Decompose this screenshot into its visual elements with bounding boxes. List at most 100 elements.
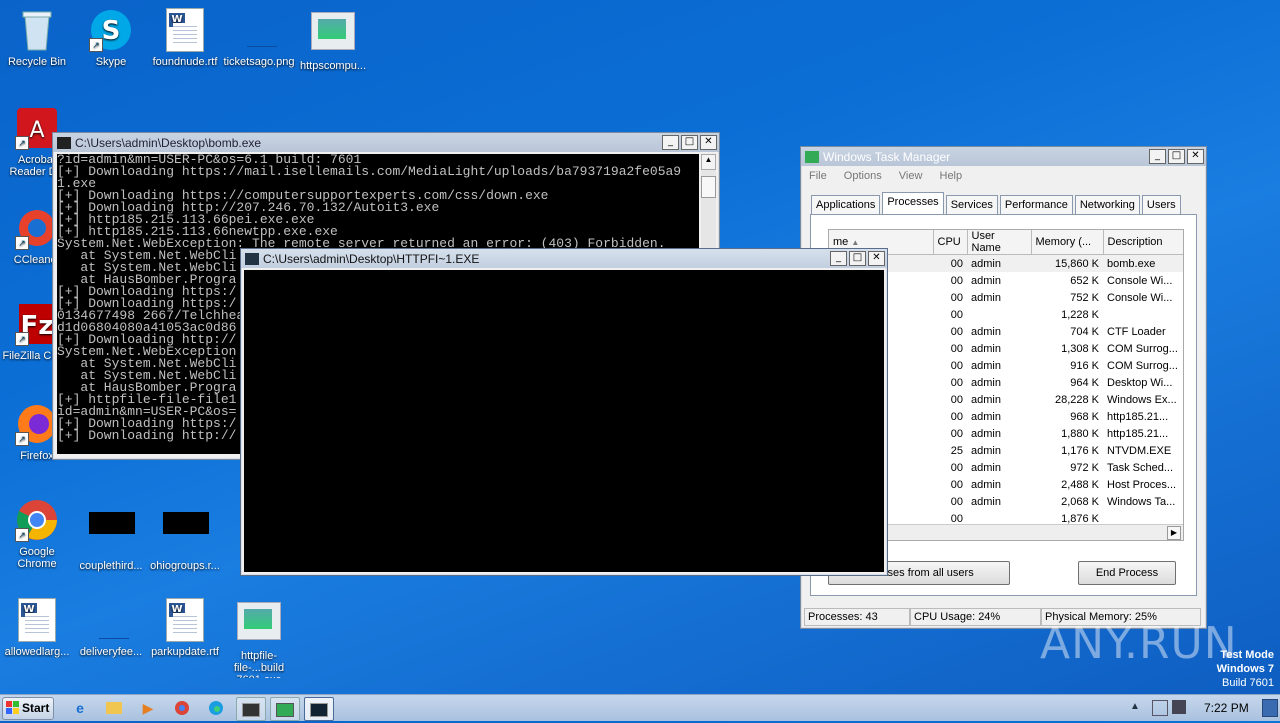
process-cpu: 00 — [950, 495, 963, 508]
process-cpu: 25 — [950, 444, 963, 457]
maximize-button[interactable]: □ — [681, 135, 698, 150]
tab-processes[interactable]: Processes — [882, 192, 944, 214]
httpfi-window-title: C:\Users\admin\Desktop\HTTPFI~1.EXE — [263, 251, 480, 266]
desktop-icon-foundnude[interactable]: W foundnude.rtf — [148, 8, 222, 68]
tab-applications[interactable]: Applications — [811, 195, 881, 214]
desktop-icon-allowedlarg[interactable]: W allowedlarg... — [0, 598, 74, 658]
process-user-name: admin — [971, 410, 1001, 423]
taskbar-console-window[interactable] — [236, 697, 266, 721]
tab-users[interactable]: Users — [1141, 195, 1181, 214]
tab-networking[interactable]: Networking — [1074, 195, 1140, 214]
maximize-button[interactable]: □ — [1168, 149, 1185, 164]
black-thumb-icon — [89, 512, 135, 556]
process-description: http185.21... — [1107, 427, 1169, 440]
process-user-name: admin — [971, 478, 1001, 491]
console-app-icon — [57, 136, 71, 149]
svg-text:S: S — [102, 16, 121, 46]
bomb-window-title: C:\Users\admin\Desktop\bomb.exe — [75, 135, 262, 150]
task-manager-titlebar[interactable]: Windows Task Manager _ □ ✕ — [801, 147, 1206, 166]
process-user-name: admin — [971, 444, 1001, 457]
media-player-icon[interactable]: ▶ — [134, 697, 162, 719]
tab-strip: Applications Processes Services Performa… — [811, 192, 1183, 214]
maximize-button[interactable]: □ — [849, 251, 866, 266]
close-button[interactable]: ✕ — [868, 251, 885, 266]
recycle-bin-icon — [15, 8, 59, 52]
sort-arrow-icon: ▲ — [851, 238, 860, 247]
desktop-icon-skype[interactable]: S ↗ Skype — [74, 8, 148, 68]
process-user-name: admin — [971, 359, 1001, 372]
end-process-button[interactable]: End Process — [1078, 561, 1176, 585]
minimize-button[interactable]: _ — [1149, 149, 1166, 164]
column-header-memory[interactable]: Memory (... — [1031, 230, 1104, 255]
edge-taskbar-icon[interactable] — [202, 697, 230, 719]
word-doc-icon: W — [163, 598, 207, 642]
process-user-name: admin — [971, 325, 1001, 338]
shortcut-arrow-icon: ↗ — [15, 332, 29, 346]
menu-file[interactable]: File — [809, 170, 827, 182]
blank-image-icon — [237, 8, 281, 52]
process-memory: 752 K — [1070, 291, 1099, 304]
menu-view[interactable]: View — [899, 170, 923, 182]
scroll-right-arrow-icon[interactable]: ▶ — [1167, 526, 1181, 540]
process-cpu: 00 — [950, 393, 963, 406]
process-description: Desktop Wi... — [1107, 376, 1173, 389]
process-cpu: 00 — [950, 359, 963, 372]
taskbar-clock[interactable]: 7:22 PM — [1204, 701, 1249, 715]
scrollbar-thumb[interactable] — [701, 176, 716, 198]
process-user-name: admin — [971, 427, 1001, 440]
process-cpu: 00 — [950, 376, 963, 389]
menu-options[interactable]: Options — [844, 170, 882, 182]
file-explorer-icon[interactable] — [100, 697, 128, 719]
desktop-icon-ohiogroups[interactable]: ohiogroups.r... — [148, 498, 222, 572]
httpfi-console-output[interactable] — [244, 270, 884, 572]
close-button[interactable]: ✕ — [700, 135, 717, 150]
column-header-description[interactable]: Description — [1103, 230, 1183, 255]
tray-chevron-icon[interactable]: ▲ — [1130, 701, 1140, 712]
tab-performance[interactable]: Performance — [999, 195, 1073, 214]
desktop-icon-ticketsago[interactable]: ticketsago.png — [222, 8, 296, 68]
chrome-taskbar-icon[interactable] — [168, 697, 196, 719]
internet-explorer-icon[interactable]: e — [66, 697, 94, 719]
process-cpu: 00 — [950, 478, 963, 491]
desktop-icon-recycle-bin[interactable]: Recycle Bin — [0, 8, 74, 68]
tab-services[interactable]: Services — [945, 195, 998, 214]
process-cpu: 00 — [950, 257, 963, 270]
scroll-up-arrow-icon[interactable]: ▲ — [701, 154, 716, 170]
menu-help[interactable]: Help — [940, 170, 963, 182]
task-manager-title: Windows Task Manager — [823, 149, 951, 164]
process-cpu: 00 — [950, 325, 963, 338]
minimize-button[interactable]: _ — [662, 135, 679, 150]
column-header-cpu[interactable]: CPU — [933, 230, 968, 255]
start-button[interactable]: Start — [2, 697, 54, 720]
desktop-icon-couplethird[interactable]: couplethird... — [74, 498, 148, 572]
desktop-icon-chrome[interactable]: ↗ Google Chrome — [0, 498, 74, 574]
taskbar-task-manager[interactable] — [270, 697, 300, 721]
process-cpu: 00 — [950, 461, 963, 474]
column-header-user-name[interactable]: User Name — [967, 230, 1032, 255]
desktop-icon-httpfile-build[interactable]: httpfile-file-...build 7601.exe — [222, 598, 296, 678]
close-button[interactable]: ✕ — [1187, 149, 1204, 164]
process-user-name: admin — [971, 257, 1001, 270]
console-line: [+] Downloading https://mail.isellemails… — [57, 164, 682, 179]
show-desktop-button[interactable] — [1262, 699, 1278, 717]
tray-network-icon[interactable] — [1172, 700, 1186, 714]
process-memory: 1,228 K — [1061, 308, 1099, 321]
chrome-icon: ↗ — [15, 498, 59, 542]
process-user-name — [967, 306, 1031, 323]
httpfi-window-titlebar[interactable]: C:\Users\admin\Desktop\HTTPFI~1.EXE _ □ … — [241, 249, 887, 268]
image-doc-icon — [311, 12, 355, 56]
process-description: Windows Ex... — [1107, 393, 1177, 406]
process-description: bomb.exe — [1107, 257, 1156, 270]
httpfi-console-window[interactable]: C:\Users\admin\Desktop\HTTPFI~1.EXE _ □ … — [240, 248, 888, 576]
word-doc-icon: W — [163, 8, 207, 52]
desktop-icon-httpscompu[interactable]: httpscompu... — [296, 8, 370, 72]
windows-logo-icon — [6, 701, 20, 715]
desktop-icon-deliveryfee[interactable]: deliveryfee... — [74, 598, 148, 658]
bomb-window-titlebar[interactable]: C:\Users\admin\Desktop\bomb.exe _ □ ✕ — [53, 133, 719, 152]
blank-image-icon — [89, 598, 133, 642]
process-description: NTVDM.EXE — [1107, 444, 1172, 457]
tray-action-center-icon[interactable] — [1152, 700, 1168, 716]
desktop-icon-parkupdate[interactable]: W parkupdate.rtf — [148, 598, 222, 658]
taskbar-httpfi-console[interactable] — [304, 697, 334, 721]
minimize-button[interactable]: _ — [830, 251, 847, 266]
